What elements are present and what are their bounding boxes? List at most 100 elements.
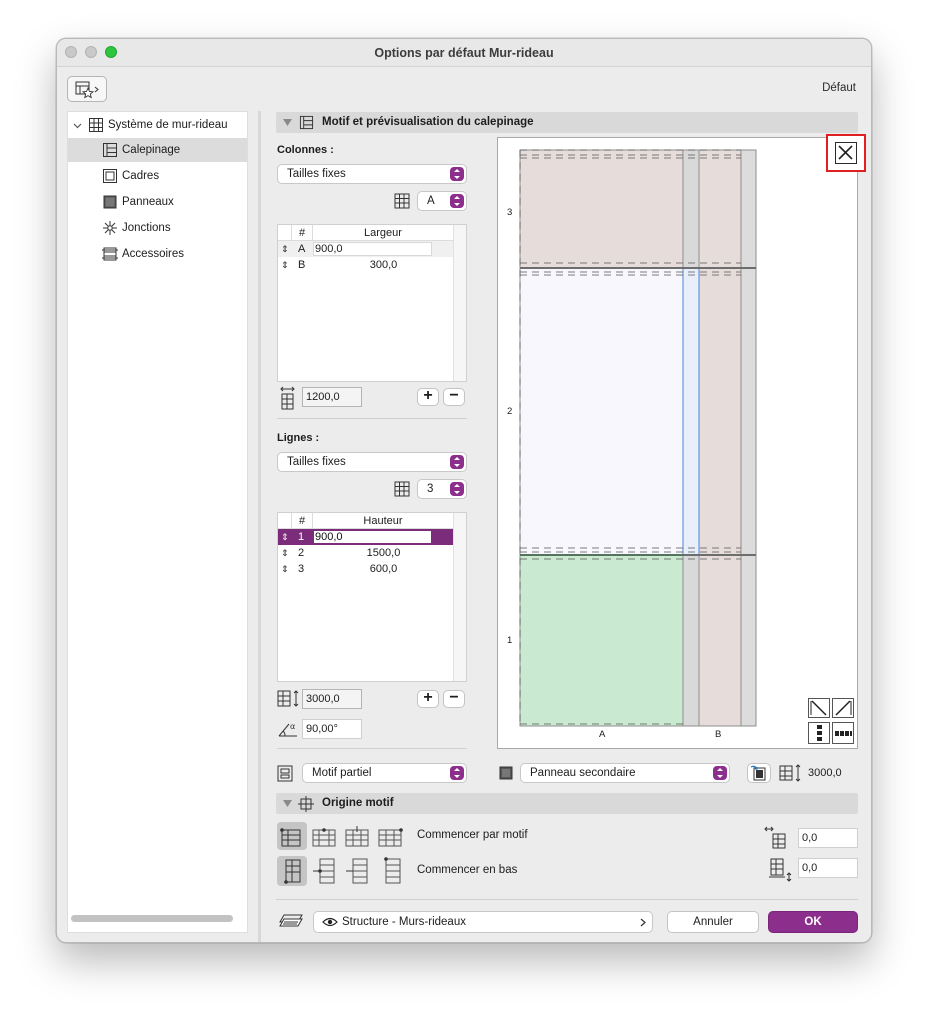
apply-to-panels-button[interactable] xyxy=(747,763,771,783)
start-bottom-option-2[interactable] xyxy=(310,856,340,886)
start-bottom-option-4[interactable] xyxy=(376,856,406,886)
start-bottom-option-1[interactable] xyxy=(277,856,307,886)
stepper-icon xyxy=(450,766,464,780)
start-bottom-label: Commencer en bas xyxy=(417,864,518,876)
table-row[interactable]: ⇕ 2 1500,0 xyxy=(278,545,466,561)
pattern-height-icon xyxy=(779,764,801,782)
diagonal-right-icon xyxy=(835,700,852,716)
columns-mode-select[interactable]: Tailles fixes xyxy=(277,164,467,184)
title-bar: Options par défaut Mur-rideau xyxy=(57,39,871,67)
pattern-start-middle-icon xyxy=(345,826,369,847)
add-column-button[interactable]: + xyxy=(417,388,439,406)
columns-count-select[interactable]: A xyxy=(417,191,467,211)
table-header-width: Largeur xyxy=(313,225,454,241)
tree-item-jonctions[interactable]: Jonctions xyxy=(68,216,247,240)
accessory-icon xyxy=(102,247,118,261)
section-header-origin[interactable]: Origine motif xyxy=(276,793,858,814)
angle-field[interactable]: 90,00° xyxy=(302,719,362,739)
favorites-button[interactable] xyxy=(67,76,107,102)
add-line-button[interactable]: + xyxy=(417,690,439,708)
layer-select[interactable]: Structure - Murs-rideaux xyxy=(313,911,653,933)
tree-item-cadres[interactable]: Cadres xyxy=(68,164,247,188)
grid-icon xyxy=(89,118,103,132)
select-value: A xyxy=(427,195,435,207)
settings-tree: Système de mur-rideau Calepinage Cadres … xyxy=(67,111,248,933)
tree-item-system[interactable]: Système de mur-rideau xyxy=(68,113,247,137)
tree-item-label: Jonctions xyxy=(122,222,171,234)
remove-line-button[interactable]: − xyxy=(443,690,465,708)
horizontal-split-button[interactable] xyxy=(832,722,854,744)
diagonal-right-button[interactable] xyxy=(832,698,854,718)
offset-y-icon xyxy=(769,858,792,882)
table-scrollbar[interactable] xyxy=(453,513,466,681)
height-field[interactable]: 900,0 xyxy=(313,530,432,544)
section-header-scheme[interactable]: Motif et prévisualisation du calepinage xyxy=(276,112,858,133)
start-pattern-option-1[interactable] xyxy=(277,822,307,850)
total-height-field[interactable]: 3000,0 xyxy=(302,689,362,709)
chevron-down-icon xyxy=(73,123,82,129)
pattern-center-icon xyxy=(313,858,335,884)
stepper-icon xyxy=(450,455,464,469)
apply-icon xyxy=(750,765,766,781)
close-icon xyxy=(835,142,857,164)
sidebar-scrollbar[interactable] xyxy=(71,915,233,922)
table-header-num: # xyxy=(292,225,313,241)
drag-handle-icon[interactable]: ⇕ xyxy=(281,545,289,561)
layer-icon xyxy=(279,914,303,927)
pattern-bottom-icon xyxy=(284,859,301,884)
columns-table: # Largeur ⇕ A 900,0 ⇕ B 300,0 xyxy=(277,224,467,382)
start-pattern-option-2[interactable] xyxy=(310,822,340,850)
row-id: A xyxy=(298,243,306,255)
vertical-split-button[interactable] xyxy=(808,722,830,744)
curtain-wall-preview xyxy=(519,149,757,727)
column-label: A xyxy=(599,729,606,740)
start-pattern-option-4[interactable] xyxy=(376,822,406,850)
cancel-button[interactable]: Annuler xyxy=(667,911,759,933)
stepper-icon xyxy=(450,194,464,208)
width-field[interactable]: 900,0 xyxy=(313,242,432,256)
pattern-mode-select[interactable]: Motif partiel xyxy=(302,763,467,783)
pattern-middle-icon xyxy=(346,858,368,884)
table-row[interactable]: ⇕ B 300,0 xyxy=(278,257,466,273)
panel-icon xyxy=(499,766,513,780)
panel-icon xyxy=(103,195,117,209)
ok-button[interactable]: OK xyxy=(768,911,858,933)
offset-y-field[interactable]: 0,0 xyxy=(798,858,858,878)
tree-item-calepinage[interactable]: Calepinage xyxy=(68,138,247,162)
lines-mode-select[interactable]: Tailles fixes xyxy=(277,452,467,472)
angle-icon: α xyxy=(278,722,297,737)
chevron-right-icon xyxy=(640,918,646,927)
panel-select[interactable]: Panneau secondaire xyxy=(520,763,730,783)
stepper-icon xyxy=(450,167,464,181)
separator xyxy=(277,748,467,749)
drag-handle-icon[interactable]: ⇕ xyxy=(281,257,289,273)
drag-handle-icon[interactable]: ⇕ xyxy=(281,561,289,577)
row-label: 3 xyxy=(507,207,513,218)
remove-column-button[interactable]: − xyxy=(443,388,465,406)
table-row[interactable]: ⇕ 3 600,0 xyxy=(278,561,466,577)
pattern-top-icon xyxy=(384,857,401,884)
close-preview-button[interactable] xyxy=(826,134,866,172)
drag-handle-icon[interactable]: ⇕ xyxy=(281,241,289,257)
grid-rows-icon xyxy=(394,481,410,497)
panel-splitter[interactable] xyxy=(258,111,261,942)
table-row[interactable]: ⇕ A 900,0 xyxy=(278,241,466,257)
total-width-field[interactable]: 1200,0 xyxy=(302,387,362,407)
drag-handle-icon[interactable]: ⇕ xyxy=(281,529,289,545)
start-bottom-option-3[interactable] xyxy=(343,856,373,886)
tree-item-panneaux[interactable]: Panneaux xyxy=(68,190,247,214)
start-pattern-option-3[interactable] xyxy=(343,822,373,850)
select-value: 3 xyxy=(427,483,434,495)
separator xyxy=(276,899,858,900)
lines-count-select[interactable]: 3 xyxy=(417,479,467,499)
tree-item-accessoires[interactable]: Accessoires xyxy=(68,242,247,266)
table-row-selected[interactable]: ⇕ 1 900,0 xyxy=(278,529,466,545)
scheme-preview[interactable]: 3 2 1 A B xyxy=(497,137,858,749)
scheme-icon xyxy=(299,115,314,130)
diagonal-left-button[interactable] xyxy=(808,698,830,718)
tree-item-label: Accessoires xyxy=(122,248,184,260)
diagonal-left-icon xyxy=(810,700,827,716)
table-scrollbar[interactable] xyxy=(453,225,466,381)
offset-x-field[interactable]: 0,0 xyxy=(798,828,858,848)
row-id: 1 xyxy=(298,531,305,543)
